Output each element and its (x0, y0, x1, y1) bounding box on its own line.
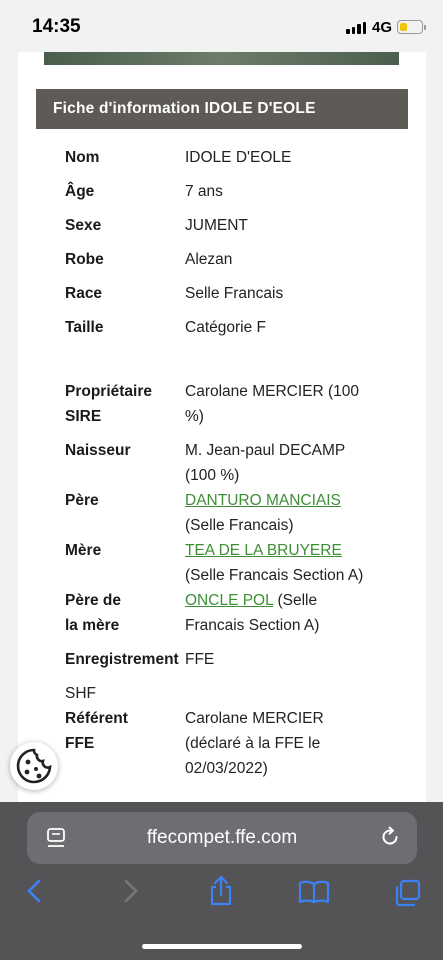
back-icon[interactable] (25, 878, 45, 904)
label-sexe: Sexe (65, 217, 102, 234)
label-mere: Mère (65, 542, 102, 559)
label-la-mere: la mère (65, 617, 120, 634)
cookie-settings-button[interactable] (10, 742, 58, 790)
value-taille: Catégorie F (185, 319, 266, 336)
value-enregistrement-shf: SHF (65, 685, 96, 702)
banner-image (44, 52, 399, 65)
label-taille: Taille (65, 319, 104, 336)
label-naisseur: Naisseur (65, 442, 131, 459)
link-mere[interactable]: TEA DE LA BRUYERE (185, 542, 342, 559)
value-pere-mere-race: Francais Section A) (185, 617, 320, 634)
value-naisseur: M. Jean-paul DECAMP (185, 442, 346, 459)
url-text: ffecompet.ffe.com (146, 827, 298, 848)
value-referent-declare: (déclaré à la FFE le (185, 735, 321, 752)
signal-icon (346, 22, 366, 34)
tabs-icon[interactable] (393, 879, 421, 907)
clock: 14:35 (32, 16, 81, 37)
label-nom: Nom (65, 149, 100, 166)
label-referent: Référent (65, 710, 128, 727)
label-race: Race (65, 285, 103, 302)
value-proprietaire: Carolane MERCIER (100 (185, 383, 360, 400)
label-age: Âge (65, 183, 95, 200)
value-pere-mere-suffix: (Selle (273, 592, 318, 609)
address-bar[interactable]: ffecompet.ffe.com (27, 812, 417, 864)
reload-icon[interactable] (379, 826, 401, 848)
value-sexe: JUMENT (185, 217, 248, 234)
browser-toolbar: ffecompet.ffe.com (0, 802, 443, 960)
cookie-icon (16, 748, 52, 784)
value-race: Selle Francais (185, 285, 284, 302)
value-age: 7 ans (185, 183, 223, 200)
network-type: 4G (372, 19, 393, 36)
label-proprietaire: Propriétaire (65, 383, 153, 400)
battery-icon (397, 20, 426, 34)
link-pere[interactable]: DANTURO MANCIAIS (185, 492, 341, 509)
status-bar: 14:35 4G (0, 0, 443, 52)
value-enregistrement: FFE (185, 651, 215, 668)
value-pere-race: (Selle Francais) (185, 517, 294, 534)
section-header: Fiche d'information IDOLE D'EOLE (36, 89, 408, 129)
link-pere-mere[interactable]: ONCLE POL (185, 592, 273, 609)
value-proprietaire-pct: %) (185, 408, 204, 425)
page-title: Fiche d'information IDOLE D'EOLE (53, 100, 316, 117)
label-pere-de: Père de (65, 592, 122, 609)
value-referent-date: 02/03/2022) (185, 760, 268, 777)
value-naisseur-pct: (100 %) (185, 467, 240, 484)
label-enregistrement: Enregistrement (65, 651, 179, 668)
value-nom: IDOLE D'EOLE (185, 149, 292, 166)
label-robe: Robe (65, 251, 104, 268)
value-mere-race: (Selle Francais Section A) (185, 567, 364, 584)
forward-icon[interactable] (120, 878, 140, 904)
value-referent: Carolane MERCIER (185, 710, 324, 727)
bookmarks-icon[interactable] (298, 880, 330, 904)
web-page: Fiche d'information IDOLE D'EOLE Nom IDO… (18, 52, 426, 802)
value-robe: Alezan (185, 251, 233, 268)
home-indicator (142, 944, 302, 949)
label-sire: SIRE (65, 408, 102, 425)
label-pere: Père (65, 492, 99, 509)
label-referent-ffe: FFE (65, 735, 95, 752)
share-icon[interactable] (208, 875, 234, 907)
